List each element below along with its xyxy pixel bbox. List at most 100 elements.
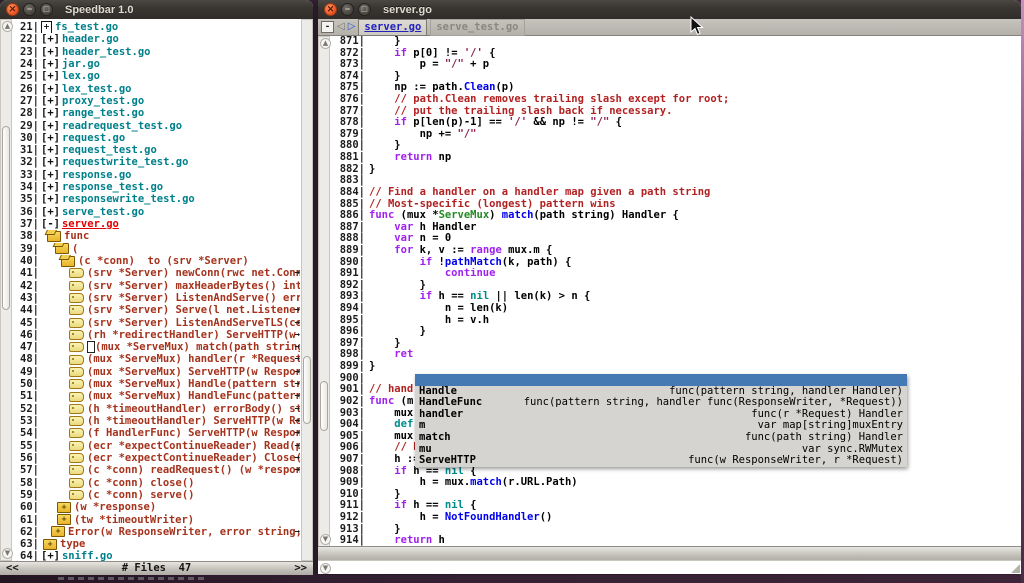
code-line[interactable]: 871| } (331, 36, 1019, 48)
code-line[interactable]: 887| var h Handler (331, 222, 1019, 234)
code-line[interactable]: 880| } (331, 140, 1019, 152)
speedbar-item-label[interactable]: (h *timeoutHandler) errorBody() strin (87, 403, 300, 415)
expand-icon[interactable]: [+] (41, 107, 60, 119)
completion-popup[interactable]: Handlefunc(pattern string, handler Handl… (415, 374, 907, 467)
group-open-icon[interactable] (61, 256, 75, 267)
speedbar-row[interactable]: 38|func (13, 230, 300, 242)
code-line[interactable]: 879| np += "/" (331, 129, 1019, 141)
speedbar-row[interactable]: 31|[+]request_test.go (13, 144, 300, 156)
speedbar-row[interactable]: 28|[+]range_test.go (13, 107, 300, 119)
speedbar-row[interactable]: 35|[+]responsewrite_test.go (13, 193, 300, 205)
tab-server-go[interactable]: server.go (358, 19, 427, 36)
expand-icon[interactable]: [+] (41, 206, 60, 218)
scroll-stepper-icon[interactable]: ▼ (320, 563, 331, 574)
expand-icon[interactable]: [+] (41, 70, 60, 82)
speedbar-row[interactable]: 52|(h *timeoutHandler) errorBody() strin… (13, 403, 300, 415)
code-line[interactable]: 913| } (331, 524, 1019, 536)
speedbar-row[interactable]: 32|[+]requestwrite_test.go (13, 156, 300, 168)
speedbar-scrollbar-thumb[interactable] (2, 126, 10, 310)
expand-icon[interactable]: [+] (41, 58, 60, 70)
expand-icon[interactable]: [+] (41, 169, 60, 181)
code-line[interactable]: 883| (331, 175, 1019, 187)
group-plus-icon[interactable]: + (57, 502, 71, 513)
speedbar-row[interactable]: 54|(f HandlerFunc) ServeHTTP(w ResponseW… (13, 427, 300, 439)
expand-icon[interactable]: [+] (41, 193, 60, 205)
speedbar-row[interactable]: 39|( (13, 243, 300, 255)
speedbar-right-scrollbar[interactable] (301, 19, 313, 561)
speedbar-item-label[interactable]: Error(w ResponseWriter, error string, c (68, 526, 300, 538)
speedbar-item-label[interactable]: readrequest_test.go (62, 120, 182, 132)
speedbar-item-label[interactable]: (srv *Server) Serve(l net.Listener) e (87, 304, 300, 316)
file-icon[interactable]: + (41, 21, 52, 33)
speedbar-row[interactable]: 63|+type (13, 538, 300, 550)
speedbar-titlebar[interactable]: ✕ − □ Speedbar 1.0 (0, 0, 313, 19)
speedbar-row[interactable]: 49|(mux *ServeMux) ServeHTTP(w ResponseW… (13, 366, 300, 378)
speedbar-left-scrollbar[interactable]: ▲ ▼ (0, 19, 12, 561)
speedbar-item-label[interactable]: proxy_test.go (62, 95, 144, 107)
code-line[interactable]: 888| var n = 0 (331, 233, 1019, 245)
speedbar-row[interactable]: 23|[+]header_test.go (13, 46, 300, 58)
tag-icon[interactable] (69, 404, 84, 414)
scroll-down-icon[interactable]: ▼ (2, 548, 13, 559)
speedbar-item-label[interactable]: (c *conn) to (srv *Server) (78, 255, 249, 267)
speedbar-row[interactable]: 29|[+]readrequest_test.go (13, 120, 300, 132)
tag-icon[interactable] (69, 465, 84, 475)
expand-icon[interactable]: [+] (41, 83, 60, 95)
tag-icon[interactable] (69, 318, 84, 328)
maximize-icon[interactable]: □ (358, 3, 371, 16)
speedbar-item-label[interactable]: (c *conn) close() (87, 477, 194, 489)
speedbar-item-label[interactable]: type (60, 538, 85, 550)
speedbar-item-label[interactable]: (ecr *expectContinueReader) Read(p [] (87, 440, 300, 452)
expand-icon[interactable]: [+] (41, 550, 60, 561)
code-line[interactable]: 912| h = NotFoundHandler() (331, 512, 1019, 524)
speedbar-item-label[interactable]: (srv *Server) newConn(rwc net.Conn) ( (87, 267, 300, 279)
editor-scrollbar[interactable]: ▲ ▼ (318, 36, 330, 547)
editor-scrollbar-thumb[interactable] (320, 381, 328, 431)
speedbar-modeline[interactable]: << # Files 47 >> (0, 561, 313, 575)
code-line[interactable]: 897| } (331, 338, 1019, 350)
tag-icon[interactable] (69, 268, 84, 278)
speedbar-row[interactable]: 62|+Error(w ResponseWriter, error string… (13, 526, 300, 538)
speedbar-row[interactable]: 24|[+]jar.go (13, 58, 300, 70)
collapse-icon[interactable]: [-] (41, 218, 60, 230)
speedbar-item-label[interactable]: response.go (62, 169, 132, 181)
speedbar-row[interactable]: 33|[+]response.go (13, 169, 300, 181)
speedbar-row[interactable]: 30|[+]request.go (13, 132, 300, 144)
tag-icon[interactable] (69, 281, 84, 291)
completion-candidate[interactable] (415, 374, 907, 386)
scroll-down-icon[interactable]: ▼ (320, 534, 331, 545)
speedbar-row[interactable]: 40|(c *conn) to (srv *Server) (13, 255, 300, 267)
speedbar-item-label[interactable]: (h *timeoutHandler) ServeHTTP(w Respo (87, 415, 300, 427)
tag-icon[interactable] (69, 355, 84, 365)
speedbar-item-label[interactable]: (mux *ServeMux) match(path string) Ha (95, 341, 300, 353)
speedbar-item-label[interactable]: request.go (62, 132, 125, 144)
editor-buffer[interactable]: ▲ ▼ 871| }872| if p[0] != '/' {873| p = … (318, 36, 1021, 547)
tab-minus-button[interactable]: - (321, 21, 334, 33)
expand-icon[interactable]: [+] (41, 120, 60, 132)
speedbar-row[interactable]: 26|[+]lex_test.go (13, 83, 300, 95)
speedbar-item-label[interactable]: (c *conn) serve() (87, 489, 194, 501)
speedbar-item-label[interactable]: sniff.go (62, 550, 113, 561)
code-line[interactable]: 910| } (331, 489, 1019, 501)
maximize-icon[interactable]: □ (40, 3, 53, 16)
tab-scroll-left-icon[interactable]: ◁ (337, 21, 345, 33)
code-line[interactable]: 886|func (mux *ServeMux) match(path stri… (331, 210, 1019, 222)
speedbar-row[interactable]: 46|(rh *redirectHandler) ServeHTTP(w Res… (13, 329, 300, 341)
speedbar-row[interactable]: 22|[+]header.go (13, 33, 300, 45)
speedbar-item-label[interactable]: lex.go (62, 70, 100, 82)
code-line[interactable]: 890| if !pathMatch(k, path) { (331, 257, 1019, 269)
tag-icon[interactable] (69, 392, 84, 402)
speedbar-item-label[interactable]: (mux *ServeMux) HandleFunc(pattern st (87, 390, 300, 402)
expand-icon[interactable]: [+] (41, 156, 60, 168)
expand-icon[interactable]: [+] (41, 33, 60, 45)
code-line[interactable]: 898| ret (331, 349, 1019, 361)
speedbar-row[interactable]: 34|[+]response_test.go (13, 181, 300, 193)
code-line[interactable]: 872| if p[0] != '/' { (331, 48, 1019, 60)
speedbar-item-label[interactable]: (tw *timeoutWriter) (74, 514, 194, 526)
code-line[interactable]: 885|// Most-specific (longest) pattern w… (331, 199, 1019, 211)
tag-icon[interactable] (69, 416, 84, 426)
resize-grip[interactable] (1011, 564, 1020, 573)
speedbar-item-label[interactable]: (c *conn) readRequest() (w *response, (87, 464, 300, 476)
speedbar-right-scrollbar-thumb[interactable] (303, 356, 311, 424)
tag-icon[interactable] (69, 428, 84, 438)
